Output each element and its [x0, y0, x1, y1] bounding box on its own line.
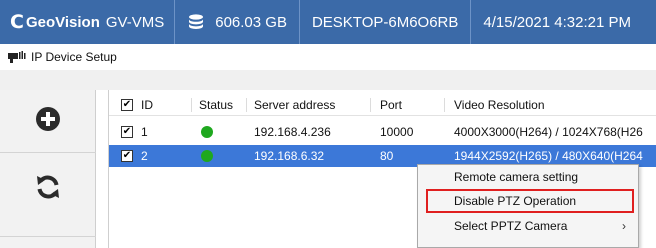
row-port: 10000: [380, 125, 414, 139]
status-online-icon: [201, 126, 213, 138]
menu-item-disable-ptz-operation[interactable]: Disable PTZ Operation: [418, 190, 638, 212]
select-all-checkbox[interactable]: ✔: [121, 99, 133, 111]
refresh-button[interactable]: [0, 164, 96, 214]
column-divider: [370, 98, 371, 112]
row-address: 192.168.4.236: [254, 125, 331, 139]
table-header: ✔ ID Status Server address Port Video Re…: [109, 94, 656, 116]
row-port: 80: [380, 149, 394, 163]
app-logo: C GeoVision GV-VMS: [0, 0, 164, 44]
hostname-label: DESKTOP-6M6O6RB: [298, 0, 470, 44]
logo-mark: C: [10, 11, 24, 33]
app-title-bar: C GeoVision GV-VMS 606.03 GB DESKTOP-6M6…: [0, 0, 656, 44]
status-online-icon: [201, 150, 213, 162]
menu-item-select-pptz-camera[interactable]: Select PPTZ Camera ›: [418, 215, 638, 237]
datetime-value: 4/15/2021 4:32:21 PM: [483, 13, 632, 31]
column-divider: [191, 98, 192, 112]
menu-item-label: Select PPTZ Camera: [454, 219, 568, 233]
row-resolution: 4000X3000(H264) / 1024X768(H26: [454, 125, 643, 139]
column-header-port[interactable]: Port: [380, 94, 402, 116]
hostname-value: DESKTOP-6M6O6RB: [311, 13, 459, 31]
column-header-status[interactable]: Status: [199, 94, 233, 116]
toolbar-strip: [0, 70, 656, 90]
logo-product: GV-VMS: [105, 13, 165, 31]
column-header-id[interactable]: ID: [141, 94, 153, 116]
storage-value: 606.03 GB: [215, 13, 287, 31]
ip-device-icon: [8, 51, 26, 63]
add-device-button[interactable]: [0, 100, 96, 142]
column-header-resolution[interactable]: Video Resolution: [454, 94, 545, 116]
add-circle-icon: [35, 106, 61, 137]
storage-indicator: 606.03 GB: [174, 0, 299, 44]
sidebar-divider: [0, 236, 96, 237]
row-id: 2: [141, 149, 148, 163]
window-title-bar: IP Device Setup: [0, 44, 656, 70]
datetime-label: 4/15/2021 4:32:21 PM: [470, 0, 643, 44]
row-checkbox[interactable]: ✔: [121, 126, 133, 138]
row-checkbox[interactable]: ✔: [121, 150, 133, 162]
refresh-icon: [34, 173, 62, 206]
submenu-arrow-icon: ›: [622, 219, 626, 233]
column-divider: [246, 98, 247, 112]
row-id: 1: [141, 125, 148, 139]
column-header-address[interactable]: Server address: [254, 94, 335, 116]
row-address: 192.168.6.32: [254, 149, 325, 163]
sidebar: [0, 90, 96, 248]
logo-brand: GeoVision: [25, 13, 100, 31]
column-divider: [444, 98, 445, 112]
context-menu: Remote camera setting Disable PTZ Operat…: [417, 164, 639, 248]
table-row[interactable]: ✔ 1 192.168.4.236 10000 4000X3000(H264) …: [109, 121, 656, 143]
menu-item-remote-camera-setting[interactable]: Remote camera setting: [418, 166, 638, 188]
sidebar-divider: [0, 152, 96, 153]
window-title: IP Device Setup: [31, 50, 117, 64]
database-icon: [187, 13, 205, 31]
